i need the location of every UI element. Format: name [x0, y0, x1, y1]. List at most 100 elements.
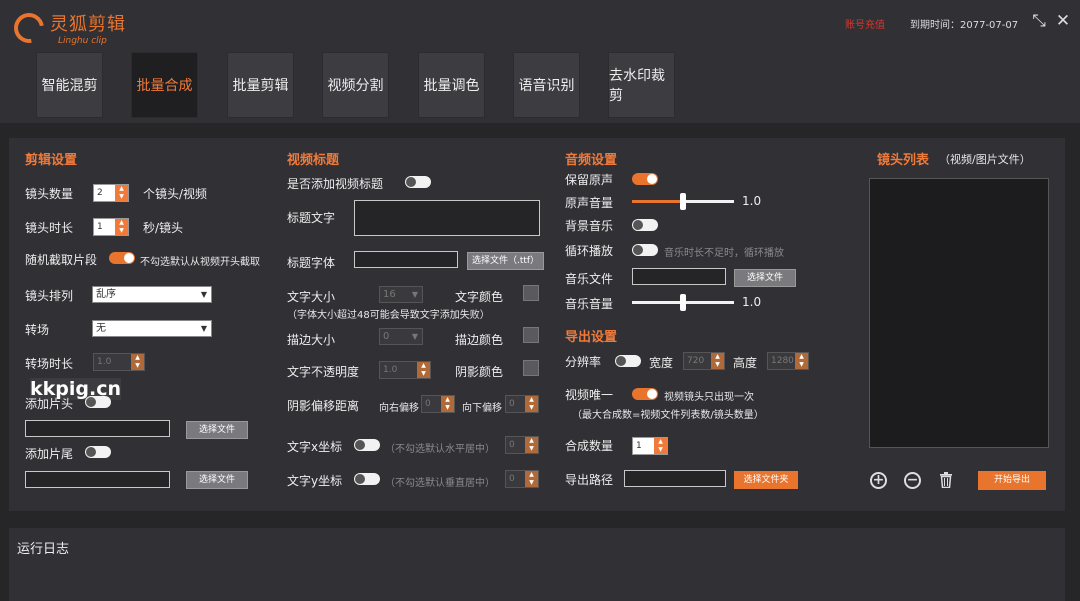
resolution-toggle[interactable]: [615, 355, 641, 367]
shot-list-box[interactable]: [869, 178, 1049, 448]
text-size-select[interactable]: 16 ▼: [379, 286, 423, 303]
stepper-arrows-icon[interactable]: ▲ ▼: [441, 396, 454, 412]
tab-batch-edit[interactable]: 批量剪辑: [227, 52, 294, 118]
shot-count-label: 镜头数量: [25, 187, 74, 201]
keep-original-label: 保留原声: [565, 173, 614, 187]
text-x-toggle[interactable]: [354, 439, 380, 451]
edit-settings-title: 剪辑设置: [25, 153, 78, 168]
text-opacity-stepper[interactable]: 1.0 ▲ ▼: [379, 361, 431, 379]
stepper-arrows-icon[interactable]: ▲ ▼: [525, 471, 538, 487]
bgm-label: 背景音乐: [565, 219, 614, 233]
text-x-stepper[interactable]: 0 ▲ ▼: [505, 436, 539, 454]
shot-count-stepper[interactable]: 2 ▲ ▼: [93, 184, 129, 202]
title-text-input[interactable]: [354, 200, 540, 236]
expire-date: 到期时间：2077-07-07: [910, 20, 1019, 31]
account-recharge-link[interactable]: 账号充值: [845, 16, 885, 31]
shot-order-select[interactable]: 乱序 ▼: [92, 286, 212, 303]
run-log-panel: 运行日志: [9, 528, 1065, 601]
music-choose-file-button[interactable]: 选择文件: [734, 269, 796, 287]
stroke-color-picker[interactable]: [523, 327, 539, 343]
height-stepper[interactable]: 1280 ▲ ▼: [767, 352, 809, 370]
stepper-arrows-icon[interactable]: ▲ ▼: [131, 354, 144, 370]
shadow-color-label: 阴影颜色: [455, 365, 504, 379]
outro-toggle[interactable]: [85, 446, 111, 458]
tab-watermark-crop[interactable]: 去水印裁剪: [608, 52, 675, 118]
unique-video-note: （最大合成数=视频文件列表数/镜头数量）: [572, 410, 764, 421]
random-clip-label: 随机截取片段: [25, 253, 98, 267]
original-volume-value: 1.0: [742, 194, 762, 208]
outro-file-input[interactable]: [25, 471, 170, 488]
stroke-size-label: 描边大小: [287, 333, 336, 347]
stepper-arrows-icon[interactable]: ▲ ▼: [654, 438, 667, 454]
bgm-toggle[interactable]: [632, 219, 658, 231]
unique-video-hint: 视频镜头只出现一次: [664, 392, 754, 403]
remove-icon[interactable]: −: [904, 472, 921, 489]
text-color-picker[interactable]: [523, 285, 539, 301]
chevron-down-icon: ▼: [200, 290, 207, 299]
music-file-label: 音乐文件: [565, 272, 614, 286]
down-offset-stepper[interactable]: 0 ▲ ▼: [505, 395, 539, 413]
transition-length-stepper[interactable]: 1.0 ▲ ▼: [93, 353, 145, 371]
loop-toggle[interactable]: [632, 244, 658, 256]
width-stepper[interactable]: 720 ▲ ▼: [683, 352, 725, 370]
shot-length-label: 镜头时长: [25, 221, 74, 235]
music-volume-slider[interactable]: [632, 294, 734, 311]
tab-batch-color[interactable]: 批量调色: [418, 52, 485, 118]
stepper-arrows-icon[interactable]: ▲ ▼: [525, 437, 538, 453]
add-icon[interactable]: +: [870, 472, 887, 489]
transition-length-label: 转场时长: [25, 357, 74, 371]
transition-select[interactable]: 无 ▼: [92, 320, 212, 337]
title-font-choose-button[interactable]: 选择文件（.ttf）: [467, 252, 544, 270]
unique-video-toggle[interactable]: [632, 388, 658, 400]
text-y-stepper[interactable]: 0 ▲ ▼: [505, 470, 539, 488]
export-path-label: 导出路径: [565, 473, 614, 487]
stroke-size-select[interactable]: 0 ▼: [379, 328, 423, 345]
shadow-color-picker[interactable]: [523, 360, 539, 376]
minimize-collapse-icon[interactable]: ⤡: [1030, 12, 1048, 30]
trash-icon[interactable]: [939, 472, 953, 488]
shot-count-unit: 个镜头/视频: [143, 187, 208, 201]
tab-batch-compose[interactable]: 批量合成: [131, 52, 198, 118]
shot-list-subtitle: （视频/图片文件）: [939, 153, 1031, 166]
shot-length-stepper[interactable]: 1 ▲ ▼: [93, 218, 129, 236]
close-icon[interactable]: ✕: [1054, 12, 1072, 30]
text-size-note: （字体大小超过48可能会导致文字添加失败）: [287, 310, 490, 321]
text-y-toggle[interactable]: [354, 473, 380, 485]
logo-title: 灵狐剪辑: [50, 14, 126, 35]
add-title-toggle[interactable]: [405, 176, 431, 188]
video-title-section-title: 视频标题: [287, 153, 340, 168]
title-font-input[interactable]: [354, 251, 458, 268]
transition-label: 转场: [25, 323, 50, 337]
fox-logo-icon: [8, 7, 50, 49]
unique-video-label: 视频唯一: [565, 388, 614, 402]
intro-file-input[interactable]: [25, 420, 170, 437]
music-volume-value: 1.0: [742, 295, 762, 309]
stepper-arrows-icon[interactable]: ▲ ▼: [795, 353, 808, 369]
stepper-arrows-icon[interactable]: ▲ ▼: [525, 396, 538, 412]
outro-choose-file-button[interactable]: 选择文件: [186, 471, 248, 489]
stepper-arrows-icon[interactable]: ▲ ▼: [417, 362, 430, 378]
tab-video-split[interactable]: 视频分割: [322, 52, 389, 118]
choose-folder-button[interactable]: 选择文件夹: [734, 471, 798, 489]
run-log-title: 运行日志: [17, 542, 70, 557]
export-path-input[interactable]: [624, 470, 726, 487]
music-file-input[interactable]: [632, 268, 726, 285]
app-header: 灵狐剪辑 Linghu clip 账号充值 到期时间：2077-07-07 ⤡ …: [0, 0, 1080, 123]
slider-handle[interactable]: [680, 294, 686, 311]
stepper-arrows-icon[interactable]: ▲ ▼: [711, 353, 724, 369]
random-clip-toggle[interactable]: [109, 252, 135, 264]
width-label: 宽度: [649, 356, 674, 370]
stepper-arrows-icon[interactable]: ▲ ▼: [115, 219, 128, 235]
right-offset-stepper[interactable]: 0 ▲ ▼: [421, 395, 455, 413]
chevron-down-icon: ▼: [411, 290, 418, 299]
tab-speech-recognition[interactable]: 语音识别: [513, 52, 580, 118]
keep-original-toggle[interactable]: [632, 173, 658, 185]
slider-handle[interactable]: [680, 193, 686, 210]
compose-count-stepper[interactable]: 1 ▲ ▼: [632, 437, 668, 455]
original-volume-slider[interactable]: [632, 193, 734, 210]
tab-smart-mix[interactable]: 智能混剪: [36, 52, 103, 118]
intro-choose-file-button[interactable]: 选择文件: [186, 421, 248, 439]
stepper-arrows-icon[interactable]: ▲ ▼: [115, 185, 128, 201]
start-export-button[interactable]: 开始导出: [978, 471, 1046, 490]
text-x-label: 文字x坐标: [287, 440, 343, 454]
